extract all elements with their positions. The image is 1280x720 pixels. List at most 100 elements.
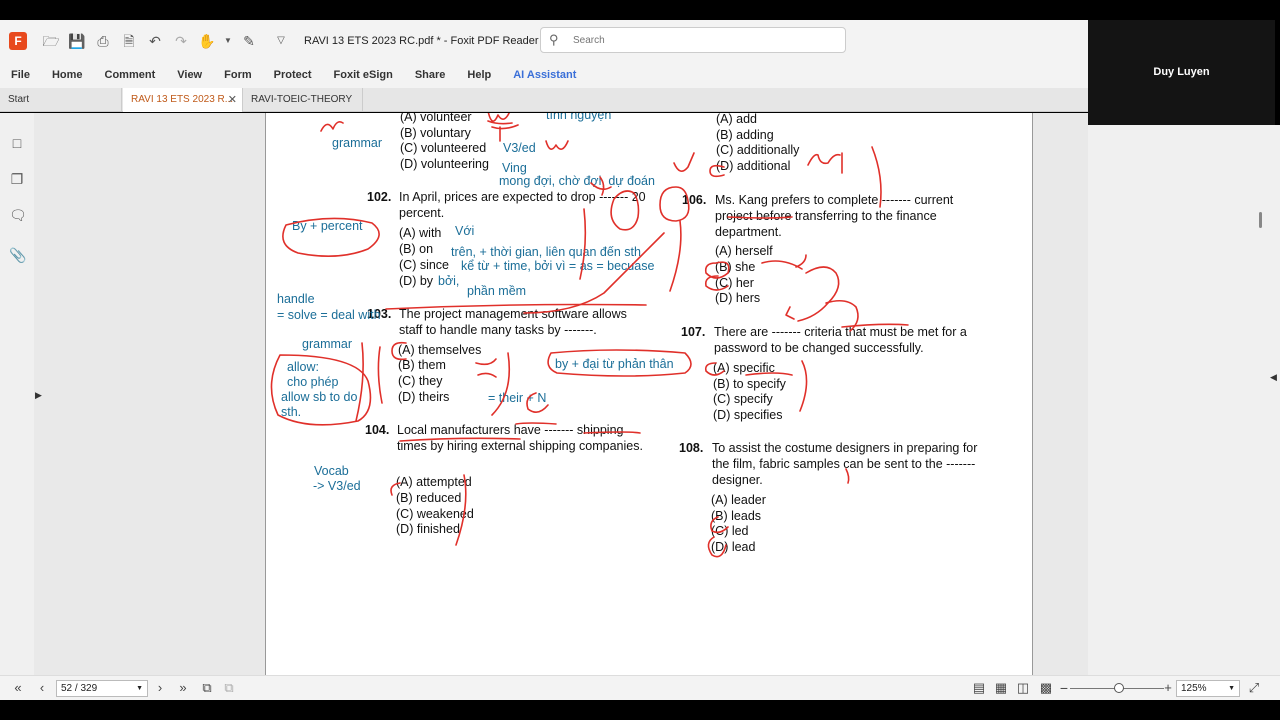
question-number: 102. (367, 190, 392, 204)
attachment-icon[interactable]: 📎 (9, 247, 26, 263)
ink-scribble (545, 140, 569, 150)
tab-start[interactable]: Start (0, 88, 122, 112)
q107-option-b: (B) to specify (713, 377, 786, 391)
q101-option-d: (D) volunteering (400, 157, 489, 171)
page-number-value: 52 / 329 (61, 683, 98, 694)
note-vocab: Vocab (314, 464, 349, 478)
q105-option-d: (D) additional (716, 159, 791, 173)
ink-line (491, 352, 511, 416)
previous-page-icon[interactable]: ‹ (34, 680, 50, 696)
menu-protect[interactable]: Protect (274, 69, 312, 81)
quick-access-dropdown-icon[interactable]: ▽ (272, 32, 290, 50)
hand-tool-icon[interactable]: ✋ (198, 32, 216, 50)
q105-option-a: (A) add (716, 113, 757, 126)
search-icon: ⚲ (549, 32, 559, 47)
navigation-sidebar: □ ❐ 🗨 📎 (0, 113, 34, 675)
expand-panel-icon[interactable]: ▶ (35, 390, 42, 401)
split-view-icon[interactable]: ⧉ (221, 680, 237, 696)
q101-option-a: (A) volunteer (400, 113, 472, 124)
question-number: 108. (679, 441, 704, 455)
q106-option-d: (D) hers (715, 291, 761, 305)
redo-icon[interactable]: ↷ (172, 32, 190, 50)
zoom-in-icon[interactable]: + (1160, 680, 1176, 696)
q107-option-c: (C) specify (713, 392, 773, 406)
note-ving: Ving (502, 161, 527, 175)
save-icon[interactable]: 💾 (68, 32, 86, 50)
q102-option-d: (D) by (399, 274, 434, 288)
first-page-icon[interactable]: « (10, 680, 26, 696)
ink-line (799, 360, 808, 412)
q104-number: 104. (365, 422, 395, 438)
q107-option-d: (D) specifies (713, 408, 783, 422)
menu-share[interactable]: Share (415, 69, 446, 81)
comments-icon[interactable]: 🗨 (9, 207, 27, 223)
tab-label: RAVI 13 ETS 2023 R... (131, 94, 234, 105)
undo-icon[interactable]: ↶ (146, 32, 164, 50)
print-icon[interactable]: ⎙ (94, 32, 112, 50)
next-page-icon[interactable]: › (152, 680, 168, 696)
document-tab-bar: Start RAVI 13 ETS 2023 R... ✕ RAVI-TOEIC-… (0, 88, 1088, 112)
ink-scribble (320, 121, 344, 132)
note-ke-tu: kể từ + time, bởi vì = as = becuase (461, 259, 655, 273)
page-number-field[interactable]: 52 / 329 ▼ (56, 680, 148, 697)
chevron-down-icon[interactable]: ▼ (1228, 681, 1235, 696)
q102-text: In April, prices are expected to drop --… (399, 190, 646, 220)
chevron-down-icon[interactable]: ▼ (224, 32, 232, 50)
tab-ravi-ets[interactable]: RAVI 13 ETS 2023 R... ✕ (123, 88, 243, 112)
note-by-dai-tu: by + đại từ phản thân (555, 357, 674, 371)
export-icon[interactable]: 🗎 (120, 32, 138, 50)
open-folder-icon[interactable]: 🗁 (42, 32, 60, 50)
q101-option-c: (C) volunteered (400, 141, 487, 155)
q102-option-b: (B) on (399, 242, 434, 256)
menu-help[interactable]: Help (467, 69, 491, 81)
search-box[interactable]: ⚲ (540, 27, 846, 53)
q108-option-c: (C) led (711, 524, 749, 538)
collapse-right-panel-icon[interactable]: ◀ (1270, 372, 1277, 383)
bookmark-icon[interactable]: □ (9, 135, 25, 151)
chevron-down-icon[interactable]: ▼ (136, 681, 143, 696)
note-allow-sb: allow sb to do (281, 390, 358, 404)
q102-option-c: (C) since (399, 258, 450, 272)
continuous-page-icon[interactable]: ▦ (993, 680, 1009, 696)
single-page-icon[interactable]: ▤ (971, 680, 987, 696)
q106-option-c: (C) her (715, 276, 754, 290)
q106-number: 106. (682, 192, 714, 208)
q103-option-a: (A) themselves (398, 343, 482, 357)
fullscreen-icon[interactable]: ⤢ (1246, 680, 1262, 696)
search-input[interactable] (573, 34, 833, 46)
q104-text: Local manufacturers have ------- shippin… (397, 423, 643, 453)
menu-view[interactable]: View (177, 69, 202, 81)
letterbox-bar (0, 700, 1280, 720)
tab-ravi-toeic-theory[interactable]: RAVI-TOEIC-THEORY (243, 88, 363, 112)
menu-bar: File Home Comment View Form Protect Foxi… (0, 62, 1088, 88)
continuous-facing-icon[interactable]: ▩ (1038, 680, 1054, 696)
menu-comment[interactable]: Comment (105, 69, 156, 81)
pen-icon[interactable]: ✎ (240, 32, 258, 50)
menu-foxit-esign[interactable]: Foxit eSign (334, 69, 393, 81)
q105-option-b: (B) adding (716, 128, 774, 142)
last-page-icon[interactable]: » (175, 680, 191, 696)
facing-page-icon[interactable]: ◫ (1015, 680, 1031, 696)
menu-ai-assistant[interactable]: AI Assistant (513, 69, 576, 81)
zoom-slider-handle[interactable] (1114, 683, 1124, 693)
menu-home[interactable]: Home (52, 69, 83, 81)
note-vocab-v3: -> V3/ed (313, 479, 361, 493)
status-bar: « ‹ 52 / 329 ▼ › » ⧉ ⧉ ▤ ▦ ◫ ▩ − + 125% ▼ … (0, 675, 1280, 700)
q104-option-c: (C) weakened (396, 507, 474, 521)
q105-option-c: (C) additionally (716, 143, 800, 157)
q103-option-b: (B) them (398, 358, 446, 372)
note-mong-doi: mong đợi, chờ đợi, dự đoán (499, 174, 655, 188)
fit-page-icon[interactable]: ⧉ (199, 680, 215, 696)
menu-file[interactable]: File (11, 69, 30, 81)
ink-scribble (807, 152, 843, 174)
note-voi: Với (455, 224, 475, 238)
zoom-level-value: 125% (1181, 683, 1207, 694)
q107-number: 107. (681, 324, 713, 340)
vertical-scrollbar[interactable] (1259, 212, 1262, 228)
q106-option-a: (A) herself (715, 244, 773, 258)
pages-icon[interactable]: ❐ (9, 171, 25, 187)
ink-arrow (797, 266, 840, 322)
menu-form[interactable]: Form (224, 69, 252, 81)
close-tab-icon[interactable]: ✕ (228, 88, 237, 112)
zoom-level-field[interactable]: 125% ▼ (1176, 680, 1240, 697)
